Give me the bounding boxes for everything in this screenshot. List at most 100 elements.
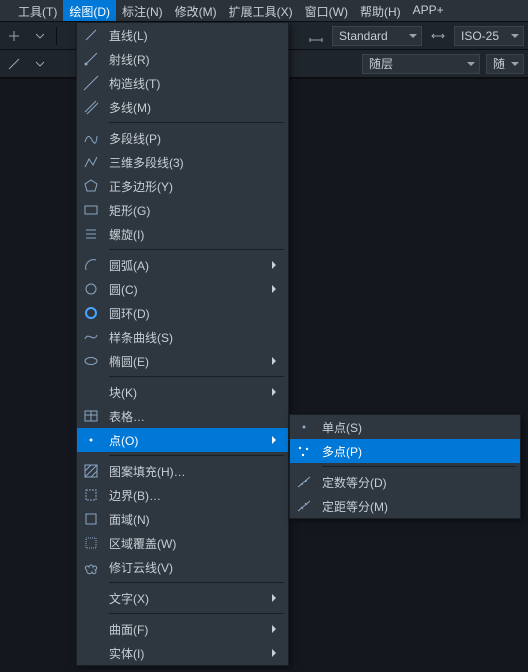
menu-help[interactable]: 帮助(H) bbox=[354, 0, 407, 21]
submenu-arrow-icon bbox=[272, 261, 280, 269]
divide-icon bbox=[294, 472, 314, 492]
menu-item-rectangle[interactable]: 矩形(G) bbox=[77, 198, 288, 222]
menu-extension[interactable]: 扩展工具(X) bbox=[223, 0, 299, 21]
measure-icon bbox=[294, 496, 314, 516]
toolbar-icon-2[interactable] bbox=[4, 54, 24, 74]
spline-icon bbox=[81, 327, 101, 347]
menu-label: 螺旋(I) bbox=[109, 226, 280, 243]
menu-separator bbox=[109, 455, 284, 456]
menu-separator bbox=[109, 122, 284, 123]
menu-label: 块(K) bbox=[109, 384, 266, 401]
layer-bylayer-dropdown-1[interactable]: 随层 bbox=[362, 54, 480, 74]
revcloud-icon bbox=[81, 557, 101, 577]
menu-item-text[interactable]: 文字(X) bbox=[77, 586, 288, 610]
menu-item-solid[interactable]: 实体(I) bbox=[77, 641, 288, 665]
menu-item-point[interactable]: 点(O) bbox=[77, 428, 288, 452]
menu-separator bbox=[109, 582, 284, 583]
donut-icon bbox=[81, 303, 101, 323]
menu-separator bbox=[109, 249, 284, 250]
menu-dimension[interactable]: 标注(N) bbox=[116, 0, 169, 21]
hatch-icon bbox=[81, 461, 101, 481]
dimstyle-icon[interactable] bbox=[306, 26, 326, 46]
submenu-item-single-point[interactable]: 单点(S) bbox=[290, 415, 520, 439]
menubar: 工具(T) 绘图(D) 标注(N) 修改(M) 扩展工具(X) 窗口(W) 帮助… bbox=[0, 0, 528, 22]
menu-item-block[interactable]: 块(K) bbox=[77, 380, 288, 404]
menu-draw[interactable]: 绘图(D) bbox=[63, 0, 116, 21]
menu-item-donut[interactable]: 圆环(D) bbox=[77, 301, 288, 325]
menu-label: 边界(B)… bbox=[109, 487, 280, 504]
region-icon bbox=[81, 509, 101, 529]
layer-bylayer-dropdown-2[interactable]: 随 bbox=[486, 54, 524, 74]
menu-item-3dpoly[interactable]: 三维多段线(3) bbox=[77, 150, 288, 174]
menu-modify[interactable]: 修改(M) bbox=[169, 0, 223, 21]
poly3d-icon bbox=[81, 152, 101, 172]
construction-line-icon bbox=[81, 73, 101, 93]
blank-icon bbox=[81, 619, 101, 639]
menu-item-ellipse[interactable]: 椭圆(E) bbox=[77, 349, 288, 373]
polyline-icon bbox=[81, 128, 101, 148]
dropdown-value: 随层 bbox=[369, 55, 393, 72]
menu-label: 圆弧(A) bbox=[109, 257, 266, 274]
submenu-arrow-icon bbox=[272, 594, 280, 602]
menu-item-arc[interactable]: 圆弧(A) bbox=[77, 253, 288, 277]
menu-label: 矩形(G) bbox=[109, 202, 280, 219]
menu-item-helix[interactable]: 螺旋(I) bbox=[77, 222, 288, 246]
menu-label: 区域覆盖(W) bbox=[109, 535, 280, 552]
chevron-down-icon bbox=[36, 60, 44, 68]
menu-label: 直线(L) bbox=[109, 27, 280, 44]
submenu-arrow-icon bbox=[272, 625, 280, 633]
menu-item-multiline[interactable]: 多线(M) bbox=[77, 95, 288, 119]
toolbar-icon[interactable] bbox=[4, 26, 24, 46]
blank-icon bbox=[81, 643, 101, 663]
submenu-item-divide[interactable]: 定数等分(D) bbox=[290, 470, 520, 494]
menu-item-circle[interactable]: 圆(C) bbox=[77, 277, 288, 301]
submenu-item-multi-point[interactable]: 多点(P) bbox=[290, 439, 520, 463]
blank-icon bbox=[81, 588, 101, 608]
rectangle-icon bbox=[81, 200, 101, 220]
menu-item-boundary[interactable]: 边界(B)… bbox=[77, 483, 288, 507]
generic-tool-icon bbox=[7, 29, 21, 43]
boundary-icon bbox=[81, 485, 101, 505]
menu-label: 定距等分(M) bbox=[322, 498, 512, 515]
menu-item-revcloud[interactable]: 修订云线(V) bbox=[77, 555, 288, 579]
menu-item-region[interactable]: 面域(N) bbox=[77, 507, 288, 531]
wipeout-icon bbox=[81, 533, 101, 553]
line-tool-icon bbox=[7, 57, 21, 71]
blank-icon bbox=[81, 382, 101, 402]
chevron-down-icon bbox=[36, 32, 44, 40]
menu-item-polygon[interactable]: 正多边形(Y) bbox=[77, 174, 288, 198]
dim-style-dropdown[interactable]: ISO-25 bbox=[454, 26, 524, 46]
menu-app-plus[interactable]: APP+ bbox=[407, 0, 450, 21]
line-icon bbox=[81, 25, 101, 45]
menu-label: 实体(I) bbox=[109, 645, 266, 662]
dropdown-value: Standard bbox=[339, 29, 388, 43]
dim-icon[interactable] bbox=[428, 26, 448, 46]
text-style-dropdown[interactable]: Standard bbox=[332, 26, 422, 46]
menu-label: 点(O) bbox=[109, 432, 266, 449]
menu-label: 多线(M) bbox=[109, 99, 280, 116]
menu-item-table[interactable]: 表格… bbox=[77, 404, 288, 428]
menu-item-polyline[interactable]: 多段线(P) bbox=[77, 126, 288, 150]
menu-item-xline[interactable]: 构造线(T) bbox=[77, 71, 288, 95]
menu-item-hatch[interactable]: 图案填充(H)… bbox=[77, 459, 288, 483]
arc-icon bbox=[81, 255, 101, 275]
menu-label: 正多边形(Y) bbox=[109, 178, 280, 195]
menu-window[interactable]: 窗口(W) bbox=[299, 0, 354, 21]
menu-label: 射线(R) bbox=[109, 51, 280, 68]
menu-separator bbox=[109, 613, 284, 614]
submenu-item-measure[interactable]: 定距等分(M) bbox=[290, 494, 520, 518]
menu-item-surface[interactable]: 曲面(F) bbox=[77, 617, 288, 641]
menu-item-wipeout[interactable]: 区域覆盖(W) bbox=[77, 531, 288, 555]
point-icon bbox=[81, 430, 101, 450]
menu-item-ray[interactable]: 射线(R) bbox=[77, 47, 288, 71]
menu-item-line[interactable]: 直线(L) bbox=[77, 23, 288, 47]
menu-label: 修订云线(V) bbox=[109, 559, 280, 576]
toolbar-dropdown-icon-2[interactable] bbox=[30, 54, 50, 74]
multiline-icon bbox=[81, 97, 101, 117]
ray-icon bbox=[81, 49, 101, 69]
submenu-arrow-icon bbox=[272, 357, 280, 365]
toolbar-dropdown-icon[interactable] bbox=[30, 26, 50, 46]
menu-label: 三维多段线(3) bbox=[109, 154, 280, 171]
menu-item-spline[interactable]: 样条曲线(S) bbox=[77, 325, 288, 349]
menu-tools[interactable]: 工具(T) bbox=[0, 0, 63, 21]
